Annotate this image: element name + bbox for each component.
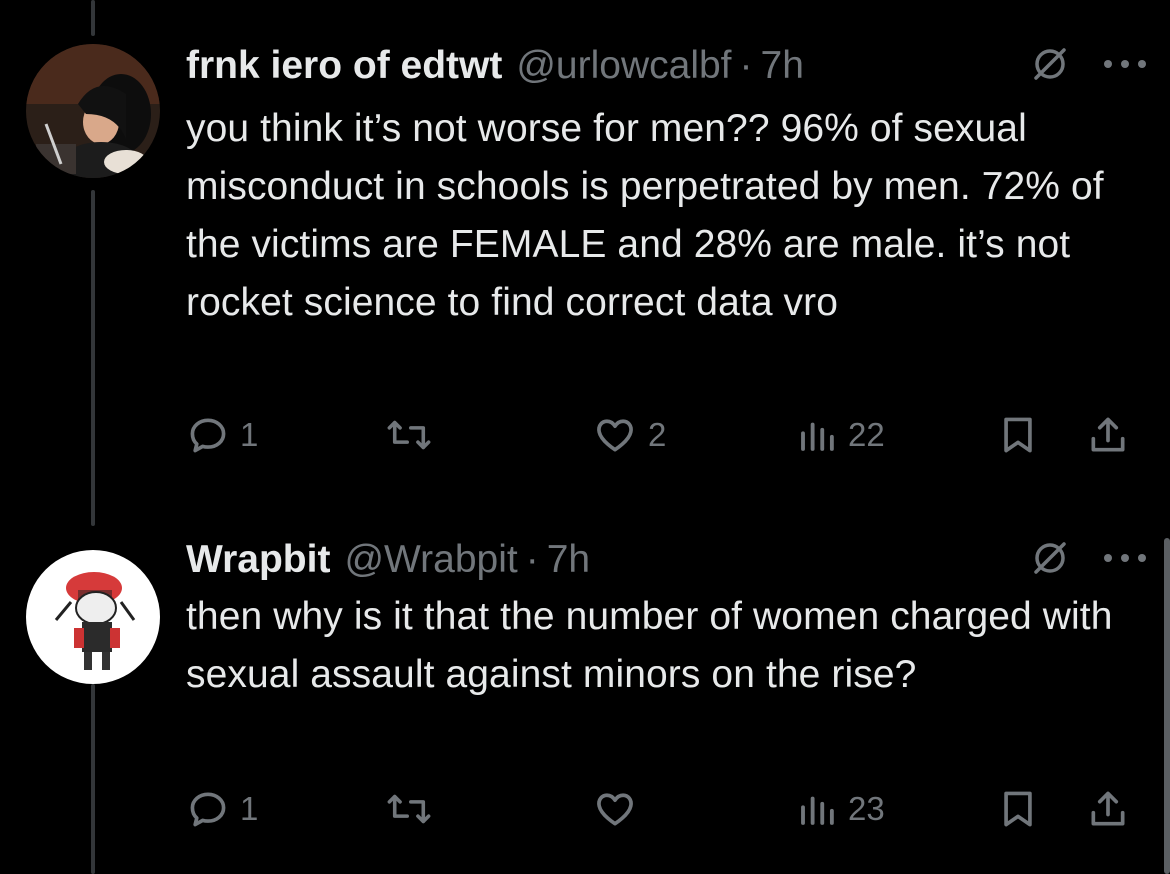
like-count: 2	[648, 416, 667, 453]
like-button[interactable]	[592, 784, 648, 834]
bookmark-icon	[1004, 791, 1032, 827]
tweet-text: then why is it that the number of women …	[186, 595, 1113, 696]
bookmark-button[interactable]	[996, 784, 1040, 834]
separator-dot: ·	[525, 538, 539, 581]
tweet-text: you think it’s not worse for men?? 96% o…	[186, 107, 1104, 324]
action-bar: 1 2 22	[186, 410, 1136, 460]
reply-count: 1	[240, 790, 259, 827]
views-button[interactable]: 22	[796, 410, 885, 460]
more-icon[interactable]	[1102, 551, 1148, 569]
heart-icon	[597, 793, 633, 826]
tweet-header: Wrapbit @Wrabpit · 7h	[186, 538, 1148, 582]
separator-dot: ·	[739, 44, 753, 87]
timestamp[interactable]: 7h	[761, 44, 804, 88]
share-button[interactable]	[1086, 784, 1130, 834]
timestamp[interactable]: 7h	[547, 538, 590, 582]
reply-icon	[190, 792, 226, 827]
retweet-button[interactable]	[384, 784, 444, 834]
views-icon	[801, 422, 834, 451]
grok-icon[interactable]	[1030, 538, 1070, 583]
heart-icon	[597, 419, 633, 452]
views-button[interactable]: 23	[796, 784, 885, 834]
reply-button[interactable]: 1	[186, 784, 258, 834]
avatar[interactable]	[26, 44, 160, 178]
reply-count: 1	[240, 416, 259, 453]
tweet-1[interactable]: frnk iero of edtwt @urlowcalbf · 7h you …	[0, 0, 1170, 520]
handle[interactable]: @urlowcalbf	[516, 44, 731, 88]
views-icon	[801, 796, 834, 825]
retweet-icon	[387, 794, 431, 824]
share-button[interactable]	[1086, 410, 1130, 460]
bookmark-button[interactable]	[996, 410, 1040, 460]
handle[interactable]: @Wrabpit	[344, 538, 517, 582]
retweet-icon	[387, 420, 431, 450]
views-count: 22	[848, 416, 885, 453]
avatar[interactable]	[26, 550, 160, 684]
views-count: 23	[848, 790, 885, 827]
reply-icon	[190, 418, 226, 453]
scrollbar[interactable]	[1164, 538, 1170, 874]
share-icon	[1091, 791, 1125, 826]
reply-button[interactable]: 1	[186, 410, 258, 460]
more-icon[interactable]	[1102, 57, 1148, 75]
display-name[interactable]: frnk iero of edtwt	[186, 44, 502, 88]
retweet-button[interactable]	[384, 410, 444, 460]
action-bar: 1 23	[186, 784, 1136, 834]
display-name[interactable]: Wrapbit	[186, 538, 330, 582]
bookmark-icon	[1004, 417, 1032, 453]
like-button[interactable]: 2	[592, 410, 666, 460]
tweet-2[interactable]: Wrapbit @Wrabpit · 7h then why is it tha…	[0, 520, 1170, 874]
share-icon	[1091, 417, 1125, 452]
tweet-header: frnk iero of edtwt @urlowcalbf · 7h	[186, 44, 1148, 88]
grok-icon[interactable]	[1030, 44, 1070, 89]
